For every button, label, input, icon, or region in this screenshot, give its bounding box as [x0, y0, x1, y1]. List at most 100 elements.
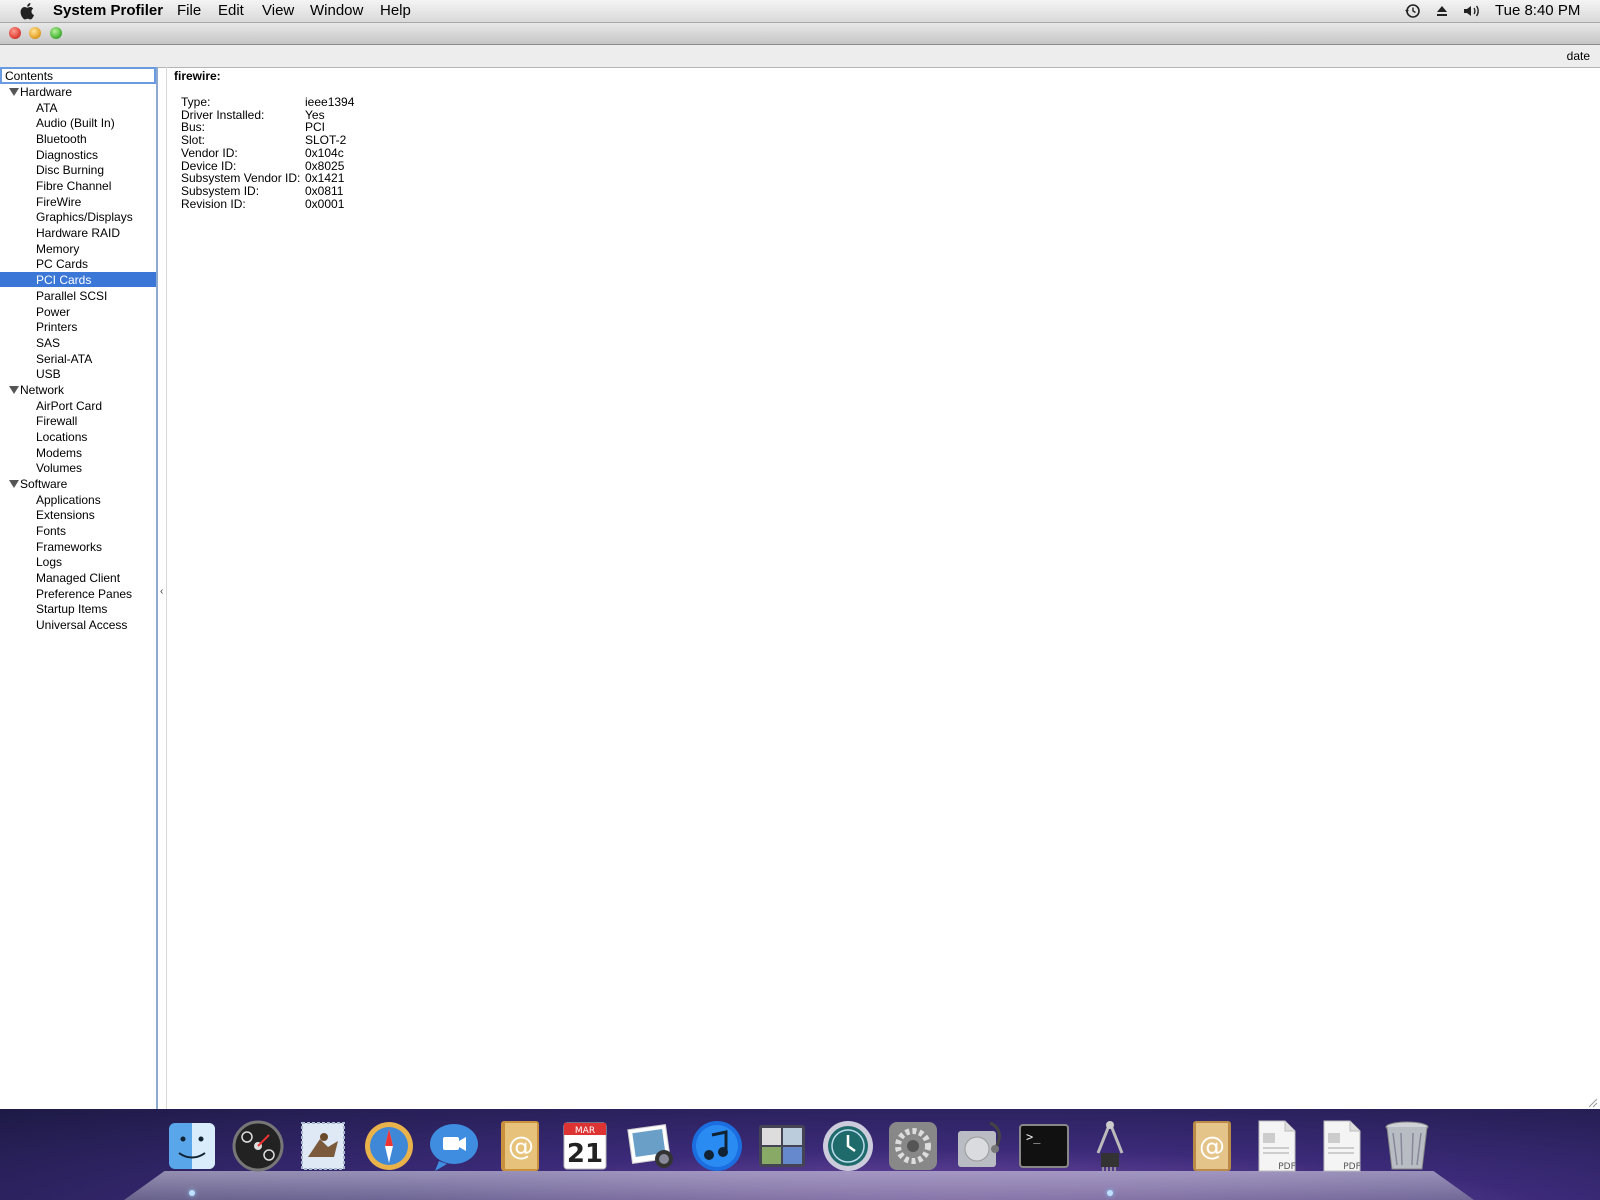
tree-group-network[interactable]: Network	[0, 382, 156, 398]
zoom-window-button[interactable]	[50, 27, 62, 39]
tree-item[interactable]: Locations	[0, 429, 156, 444]
ichat-icon[interactable]	[425, 1117, 483, 1175]
tree-item[interactable]: Universal Access	[0, 617, 156, 632]
tree-item-label: Memory	[36, 242, 80, 256]
tree-item[interactable]: Volumes	[0, 460, 156, 475]
disk-utility-icon[interactable]	[950, 1117, 1008, 1175]
pdf-label: PDF	[1343, 1162, 1361, 1172]
tree-item[interactable]: Serial-ATA	[0, 351, 156, 366]
tree-item[interactable]: Preference Panes	[0, 586, 156, 601]
tree-item[interactable]: Extensions	[0, 507, 156, 522]
menu-edit[interactable]: Edit	[218, 2, 244, 19]
svg-text:>_: >_	[1026, 1130, 1041, 1144]
menu-window[interactable]: Window	[310, 2, 363, 19]
iphoto-icon[interactable]	[622, 1117, 680, 1175]
property-key: Revision ID:	[181, 196, 246, 211]
volume-icon[interactable]	[1462, 3, 1482, 19]
tree-item-label: Extensions	[36, 508, 95, 522]
finder-icon[interactable]	[163, 1117, 221, 1175]
ical-day-label: 21	[567, 1139, 603, 1169]
system-profiler-icon[interactable]	[1081, 1117, 1139, 1175]
dashboard-icon[interactable]	[229, 1117, 287, 1175]
tree-item[interactable]: ATA	[0, 100, 156, 115]
trash-icon[interactable]	[1378, 1117, 1436, 1175]
tree-item-label: FireWire	[36, 195, 82, 209]
tree-item[interactable]: Startup Items	[0, 601, 156, 616]
tree-item[interactable]: PC Cards	[0, 256, 156, 271]
tree-item[interactable]: Frameworks	[0, 539, 156, 554]
disclosure-triangle-icon[interactable]	[9, 480, 19, 488]
tree-item[interactable]: Fonts	[0, 523, 156, 538]
clock[interactable]: Tue 8:40 PM	[1495, 2, 1580, 19]
app-name-menu[interactable]: System Profiler	[53, 2, 163, 19]
tree-item[interactable]: SAS	[0, 335, 156, 350]
tree-item-label: Frameworks	[36, 540, 103, 554]
tree-item[interactable]: Modems	[0, 445, 156, 460]
property-row: Type: ieee1394	[181, 95, 581, 109]
pdf-document-icon[interactable]: PDF	[1312, 1117, 1370, 1175]
tree-item[interactable]: Memory	[0, 241, 156, 256]
tree-item[interactable]: Parallel SCSI	[0, 288, 156, 303]
window-titlebar[interactable]	[0, 23, 1600, 45]
running-indicator	[189, 1190, 195, 1196]
menu-view[interactable]: View	[262, 2, 294, 19]
spaces-icon[interactable]	[753, 1117, 811, 1175]
property-value: 0x0001	[305, 196, 345, 211]
tree-item[interactable]: Bluetooth	[0, 131, 156, 146]
tree-item-label: Hardware RAID	[36, 226, 121, 240]
time-machine-icon[interactable]	[819, 1117, 877, 1175]
tree-group-hardware[interactable]: Hardware	[0, 84, 156, 100]
tree-item[interactable]: Graphics/Displays	[0, 209, 156, 224]
tree-item-label: Printers	[36, 320, 78, 334]
split-view-handle[interactable]: ‹	[160, 586, 163, 597]
tree-item[interactable]: Fibre Channel	[0, 178, 156, 193]
tree-item-label: Applications	[36, 493, 101, 507]
disclosure-triangle-icon[interactable]	[9, 88, 19, 96]
apple-menu-icon[interactable]	[19, 1, 37, 21]
tree-item[interactable]: Managed Client	[0, 570, 156, 585]
mail-stamp-icon[interactable]	[294, 1117, 352, 1175]
tree-item[interactable]: AirPort Card	[0, 398, 156, 413]
menu-file[interactable]: File	[177, 2, 201, 19]
tree-item[interactable]: Firewall	[0, 413, 156, 428]
tree-group-software[interactable]: Software	[0, 476, 156, 492]
eject-icon[interactable]	[1435, 4, 1449, 18]
property-row: Slot: SLOT-2	[181, 133, 581, 147]
tree-item[interactable]: Hardware RAID	[0, 225, 156, 240]
resize-grip-icon[interactable]	[1586, 1096, 1598, 1108]
tree-item[interactable]: Applications	[0, 492, 156, 507]
address-book-icon[interactable]: @	[491, 1117, 549, 1175]
close-window-button[interactable]	[9, 27, 21, 39]
system-preferences-icon[interactable]	[884, 1117, 942, 1175]
tree-item[interactable]: Diagnostics	[0, 147, 156, 162]
detail-pane: firewire: Type: ieee1394 Driver Installed:…	[167, 67, 1600, 1109]
tree-item[interactable]: Disc Burning	[0, 162, 156, 177]
tree-item-label: Modems	[36, 446, 83, 460]
tree-item-label: USB	[36, 367, 61, 381]
tree-item[interactable]: USB	[0, 366, 156, 381]
tree-item[interactable]: PCI Cards	[0, 272, 156, 287]
downloads-stack-icon[interactable]: @	[1181, 1117, 1239, 1175]
ical-icon[interactable]: MAR 21	[556, 1117, 614, 1175]
property-row: Device ID: 0x8025	[181, 159, 581, 173]
terminal-icon[interactable]: >_	[1015, 1117, 1073, 1175]
tree-item-label: PC Cards	[36, 257, 89, 271]
time-machine-status-icon[interactable]	[1404, 3, 1422, 19]
tree-item[interactable]: Audio (Built In)	[0, 115, 156, 130]
window-header-strip: date	[0, 45, 1600, 68]
contents-sidebar[interactable]: Contents Hardware ATA Audio (Built In) Blue…	[0, 67, 158, 1109]
tree-item[interactable]: Logs	[0, 554, 156, 569]
menu-bar: System Profiler File Edit View Window He…	[0, 0, 1600, 23]
tree-item[interactable]: Power	[0, 304, 156, 319]
itunes-icon[interactable]	[688, 1117, 746, 1175]
tree-item[interactable]: Printers	[0, 319, 156, 334]
tree-item[interactable]: FireWire	[0, 194, 156, 209]
property-row: Subsystem Vendor ID: 0x1421	[181, 171, 581, 185]
running-indicator	[1107, 1190, 1113, 1196]
menu-help[interactable]: Help	[380, 2, 411, 19]
disclosure-triangle-icon[interactable]	[9, 386, 19, 394]
safari-icon[interactable]	[360, 1117, 418, 1175]
contents-header[interactable]: Contents	[0, 67, 156, 84]
pdf-document-icon[interactable]: PDF	[1247, 1117, 1305, 1175]
minimize-window-button[interactable]	[29, 27, 41, 39]
